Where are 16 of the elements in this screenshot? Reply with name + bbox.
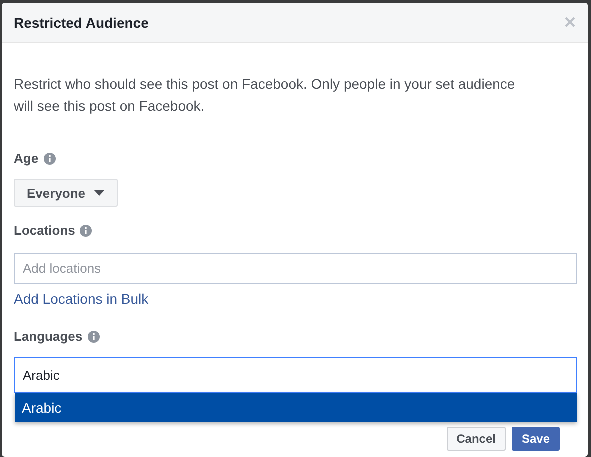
age-dropdown[interactable]: Everyone xyxy=(14,179,118,207)
field-label: Locations xyxy=(14,223,76,238)
description-text: Restrict who should see this post on Facebook. Only people in your set audience will see this post on Facebook. xyxy=(14,75,516,116)
bulk-locations-link[interactable]: Add Locations in Bulk xyxy=(14,291,149,307)
info-icon xyxy=(44,152,56,164)
suggestion-item[interactable]: Arabic xyxy=(15,393,577,422)
locations-field[interactable]: Add locations xyxy=(14,253,577,284)
field-label: Languages xyxy=(14,329,83,344)
cancel-button[interactable]: Cancel xyxy=(446,427,506,451)
info-icon xyxy=(88,330,100,342)
languages-field[interactable]: Arabic xyxy=(14,357,577,393)
caret-icon xyxy=(94,190,105,196)
field-label: Age xyxy=(14,151,39,166)
dialog-title: Restricted Audience xyxy=(14,14,149,30)
info-icon xyxy=(80,224,92,236)
save-button[interactable]: Save xyxy=(512,427,560,451)
